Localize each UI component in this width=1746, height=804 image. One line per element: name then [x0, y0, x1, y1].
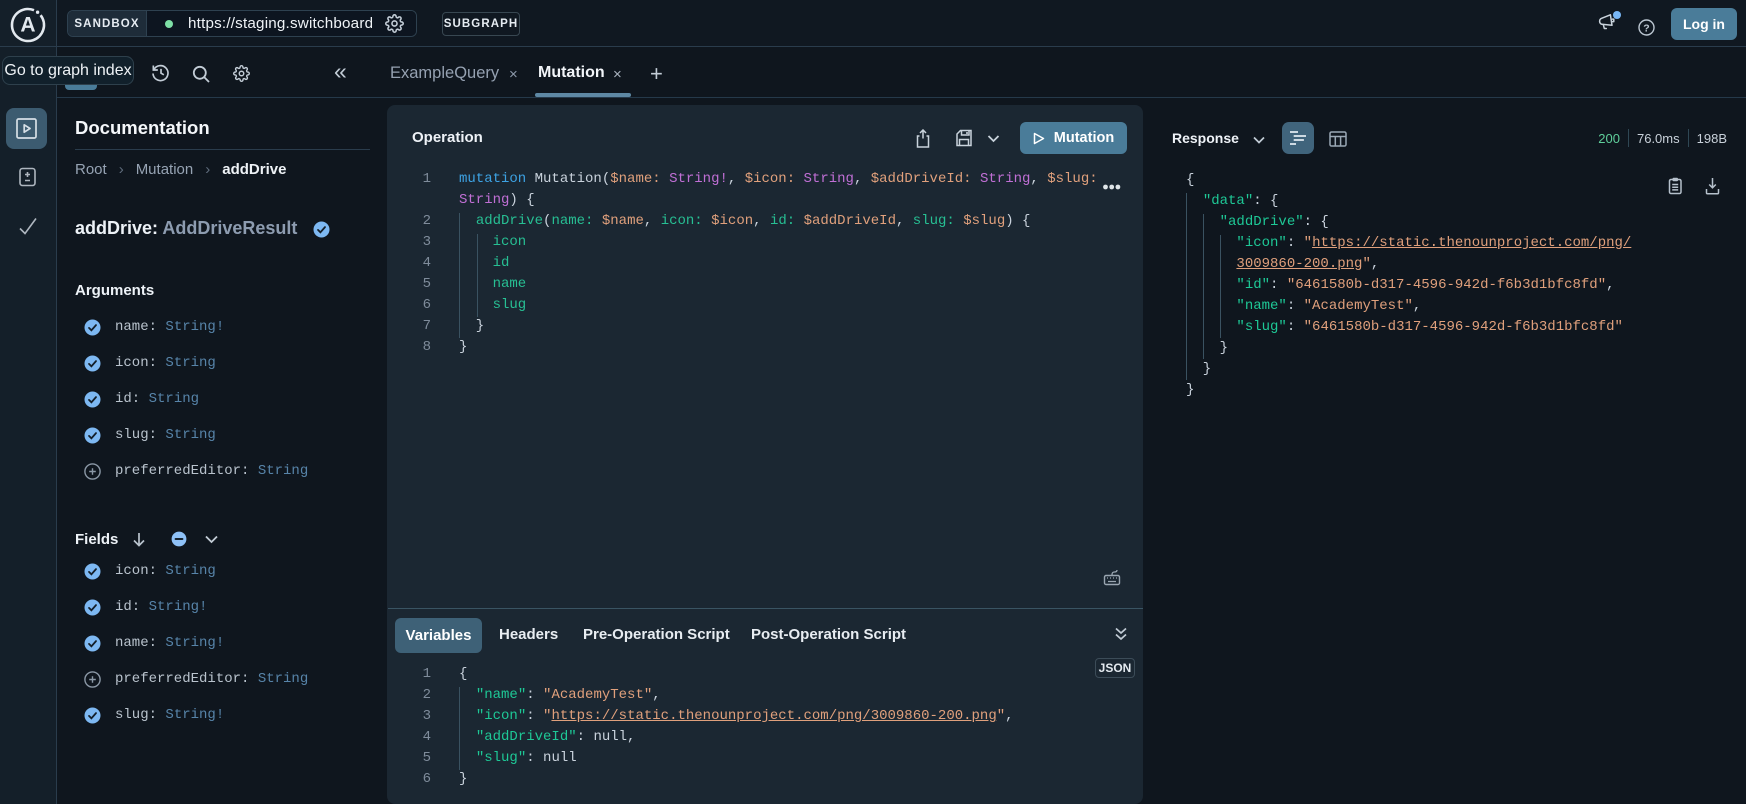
- svg-text:?: ?: [1643, 22, 1649, 34]
- svg-text:A: A: [20, 14, 35, 37]
